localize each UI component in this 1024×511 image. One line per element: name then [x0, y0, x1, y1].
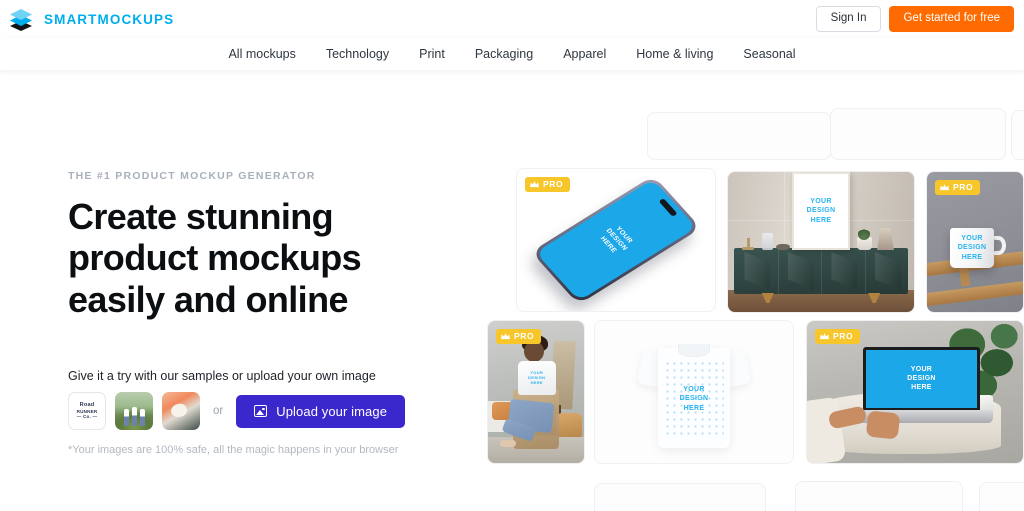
sample-badge-art: Road RUNNER — Co. — — [76, 401, 98, 420]
design-placeholder-text: YOUR DESIGN HERE — [806, 197, 836, 224]
mockup-card-placeholder-bottom-2[interactable] — [795, 481, 963, 511]
mockup-card-placeholder-bottom-1[interactable] — [594, 483, 766, 511]
sample-thumbnail-logo-badge[interactable]: Road RUNNER — Co. — — [68, 392, 106, 430]
pro-badge: PRO — [496, 329, 542, 344]
model-head — [524, 340, 545, 362]
nav-item-all-mockups[interactable]: All mockups — [226, 44, 297, 65]
crown-icon — [530, 180, 539, 188]
safety-footnote: *Your images are 100% safe, all the magi… — [68, 444, 399, 456]
sample-thumbnail-orange-illustration[interactable] — [162, 392, 200, 430]
pro-badge-label: PRO — [833, 331, 854, 341]
tshirt-flat-mockup-image: YOUR DESIGN HERE — [595, 321, 793, 463]
mockup-card-placeholder-top-1[interactable] — [647, 112, 831, 160]
poster-mockup-image: YOUR DESIGN HERE — [728, 172, 914, 312]
tshirt-collar — [678, 344, 710, 357]
laptop-lid: YOUR DESIGN HERE — [863, 346, 980, 412]
brand-name: SMARTMOCKUPS — [44, 11, 175, 27]
nav-item-packaging[interactable]: Packaging — [473, 44, 535, 65]
design-placeholder-text: YOUR DESIGN HERE — [598, 225, 634, 254]
hero-eyebrow: THE #1 PRODUCT MOCKUP GENERATOR — [68, 170, 316, 182]
mockup-card-placeholder-bottom-3[interactable] — [979, 482, 1024, 511]
wooden-plank-lower — [927, 280, 1023, 307]
crown-icon — [820, 332, 829, 340]
or-separator: or — [213, 405, 224, 417]
design-placeholder-text: YOUR DESIGN HERE — [679, 385, 709, 412]
phone-screen: YOUR DESIGN HERE — [535, 179, 697, 301]
decor-plant-leaves — [858, 228, 870, 240]
tshirt-design-area: YOUR DESIGN HERE — [664, 360, 724, 438]
decor-stand — [747, 238, 750, 250]
mockup-card-tshirt-model[interactable]: YOUR DESIGN HERE PRO — [487, 320, 585, 464]
person-hand-right — [866, 410, 902, 440]
mug-body: YOUR DESIGN HERE — [950, 228, 995, 268]
mockup-gallery: YOUR DESIGN HERE PRO YOUR DESIGN HERE YO… — [484, 0, 1024, 511]
design-placeholder-text: YOUR DESIGN HERE — [528, 369, 546, 386]
phone-notch — [658, 198, 678, 217]
mockup-card-mug[interactable]: YOUR DESIGN HERE PRO — [926, 171, 1024, 313]
tshirt-garment: YOUR DESIGN HERE — [517, 360, 556, 395]
decor-glass — [762, 233, 773, 250]
pro-badge-label: PRO — [514, 331, 535, 341]
samples-label: Give it a try with our samples or upload… — [68, 369, 376, 383]
mockup-card-tshirt-flat[interactable]: YOUR DESIGN HERE — [594, 320, 794, 464]
design-placeholder-text: YOUR DESIGN HERE — [957, 234, 987, 261]
page-title: Create stunning product mockups easily a… — [68, 196, 362, 320]
upload-your-image-button[interactable]: Upload your image — [236, 394, 406, 428]
mockup-card-poster-sideboard[interactable]: YOUR DESIGN HERE — [727, 171, 915, 313]
sideboard-furniture — [734, 248, 908, 303]
brand-logo[interactable]: SMARTMOCKUPS — [8, 6, 174, 32]
nav-item-print[interactable]: Print — [417, 44, 447, 65]
layers-icon — [8, 6, 34, 32]
pro-badge: PRO — [935, 180, 981, 195]
nav-item-technology[interactable]: Technology — [324, 44, 391, 65]
tshirt-flatlay: YOUR DESIGN HERE — [636, 336, 752, 448]
mockup-card-placeholder-top-3[interactable] — [1011, 110, 1024, 160]
upload-button-label: Upload your image — [276, 403, 388, 419]
mockup-card-phone[interactable]: YOUR DESIGN HERE PRO — [516, 168, 716, 312]
hero-text-block: THE #1 PRODUCT MOCKUP GENERATOR Create s… — [68, 170, 468, 320]
pro-badge: PRO — [525, 177, 571, 192]
model-shoe — [500, 440, 517, 448]
mockup-card-laptop[interactable]: YOUR DESIGN HERE PRO — [806, 320, 1024, 464]
sample-thumbnail-people-outdoors[interactable] — [115, 392, 153, 430]
nav-item-seasonal[interactable]: Seasonal — [741, 44, 797, 65]
pro-badge-label: PRO — [543, 179, 564, 189]
nav-item-apparel[interactable]: Apparel — [561, 44, 608, 65]
category-nav: All mockups Technology Print Packaging A… — [0, 38, 1024, 70]
nav-item-home-living[interactable]: Home & living — [634, 44, 715, 65]
samples-row: Road RUNNER — Co. — or Upload your image — [68, 392, 406, 430]
mockup-card-placeholder-top-2[interactable] — [830, 108, 1006, 160]
decor-bowl — [776, 244, 790, 250]
image-icon — [254, 405, 268, 417]
phone-device: YOUR DESIGN HERE — [531, 175, 701, 305]
crown-icon — [501, 332, 510, 340]
laptop-screen: YOUR DESIGN HERE — [866, 349, 977, 408]
poster-frame: YOUR DESIGN HERE — [792, 172, 850, 250]
pro-badge: PRO — [815, 329, 861, 344]
crown-icon — [940, 183, 949, 191]
pro-badge-label: PRO — [953, 182, 974, 192]
design-placeholder-text: YOUR DESIGN HERE — [907, 365, 936, 392]
landing-page: SMARTMOCKUPS Sign In Get started for fre… — [0, 0, 1024, 511]
